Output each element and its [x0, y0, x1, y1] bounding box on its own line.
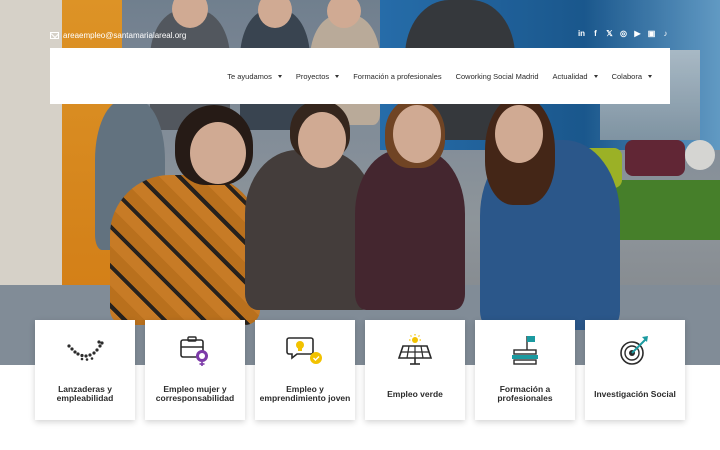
nav-item-coworking[interactable]: Coworking Social Madrid — [456, 72, 539, 81]
youtube-icon[interactable]: ▶ — [633, 29, 642, 38]
nav-item-actualidad[interactable]: Actualidad — [553, 72, 598, 81]
nav-item-colabora[interactable]: Colabora — [612, 72, 652, 81]
card-investigacion[interactable]: Investigación Social — [585, 320, 685, 420]
card-label: Empleo mujer y corresponsabilidad — [155, 384, 235, 403]
social-links: in f 𝕏 ◎ ▶ ▣ ♪ — [577, 29, 670, 38]
card-empleo-mujer[interactable]: Empleo mujer y corresponsabilidad — [145, 320, 245, 420]
instagram-icon[interactable]: ◎ — [619, 29, 628, 38]
linkedin-icon[interactable]: in — [577, 29, 586, 38]
solar-panel-icon — [397, 334, 433, 365]
chevron-down-icon — [335, 74, 340, 78]
card-label: Investigación Social — [594, 388, 676, 399]
card-label: Empleo y emprendimiento joven — [259, 384, 351, 403]
target-icon — [620, 336, 648, 365]
card-label: Formación a profesionales — [497, 384, 553, 403]
twitch-icon[interactable]: ▣ — [647, 29, 656, 38]
card-formacion[interactable]: Formación a profesionales — [475, 320, 575, 420]
tiktok-icon[interactable]: ♪ — [661, 29, 670, 38]
card-lanzaderas[interactable]: Lanzaderas y empleabilidad — [35, 320, 135, 420]
chevron-down-icon — [593, 74, 598, 78]
card-label: Lanzaderas y empleabilidad — [56, 384, 114, 403]
chevron-down-icon — [648, 74, 652, 78]
dotted-arc-icon — [67, 340, 104, 361]
books-flag-icon — [512, 336, 538, 365]
nav-item-proyectos[interactable]: Proyectos — [296, 72, 340, 81]
chat-idea-icon — [286, 337, 322, 364]
nav-item-formacion[interactable]: Formación a profesionales — [353, 72, 441, 81]
chevron-down-icon — [277, 74, 282, 78]
header-email-text: areaempleo@santamarialareal.org — [63, 31, 187, 40]
envelope-icon — [50, 32, 59, 39]
card-empleo-joven[interactable]: Empleo y emprendimiento joven — [255, 320, 355, 420]
x-icon[interactable]: 𝕏 — [605, 29, 614, 38]
card-label: Empleo verde — [387, 388, 443, 399]
main-navigation: Te ayudamos Proyectos Formación a profes… — [50, 48, 670, 104]
facebook-icon[interactable]: f — [591, 29, 600, 38]
briefcase-female-icon — [180, 336, 208, 366]
card-empleo-verde[interactable]: Empleo verde — [365, 320, 465, 420]
service-cards: Lanzaderas y empleabilidad Empleo mujer … — [35, 320, 685, 420]
header-email[interactable]: areaempleo@santamarialareal.org — [50, 31, 186, 40]
nav-item-te-ayudamos[interactable]: Te ayudamos — [227, 72, 282, 81]
